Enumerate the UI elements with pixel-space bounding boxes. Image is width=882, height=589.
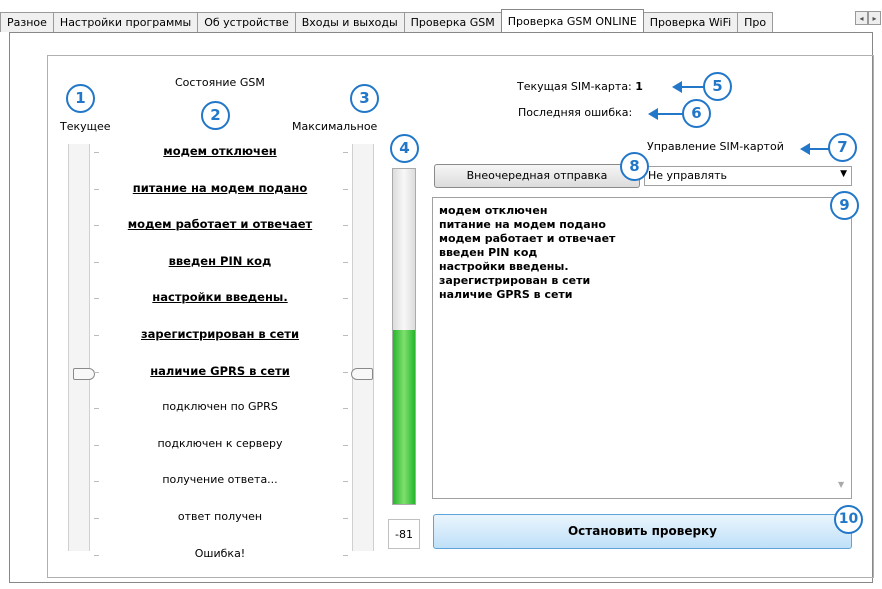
send-now-button[interactable]: Внеочередная отправка [434, 164, 640, 188]
callout-7-arrow [808, 148, 829, 150]
slider-tick [343, 481, 348, 483]
slider-tick [94, 188, 99, 190]
gsm-state-item: получение ответа... [162, 473, 278, 487]
callout-1-badge: 1 [66, 84, 95, 113]
callout-2-badge: 2 [201, 101, 230, 130]
signal-level-bar [392, 168, 416, 505]
gsm-state-item: модем отключен [163, 144, 277, 158]
slider-tick [343, 335, 348, 336]
last-error-label: Последняя ошибка: [518, 106, 632, 119]
max-level-label: Максимальное [292, 120, 378, 133]
gsm-state-item: модем работает и отвечает [127, 217, 313, 232]
gsm-state-item: введен PIN код [168, 253, 272, 268]
slider-tick [94, 335, 99, 336]
slider-tick [343, 371, 348, 373]
slider-tick [94, 225, 99, 227]
current-level-label: Текущее [60, 120, 111, 133]
slider-tick [343, 554, 348, 556]
tab-1[interactable]: Настройки программы [52, 12, 199, 32]
gsm-state-item: настройки введены. [152, 290, 288, 305]
callout-4-badge: 4 [390, 134, 419, 163]
gsm-state-item: подключен по GPRS [162, 400, 278, 414]
slider-tick [94, 444, 99, 446]
callout-9-badge: 9 [830, 191, 859, 220]
tab-scroll-right-button[interactable]: ▸ [868, 11, 881, 25]
gsm-state-item: ответ получен [177, 510, 263, 523]
tab-3[interactable]: Входы и выходы [294, 12, 405, 32]
slider-tick [94, 261, 99, 263]
slider-tick [343, 188, 348, 190]
callout-6-badge: 6 [682, 99, 711, 128]
slider-tick [94, 408, 99, 410]
status-log[interactable]: модем отключен питание на модем подано м… [432, 197, 852, 499]
callout-6-arrow [656, 113, 684, 115]
tab-6[interactable]: Проверка WiFi [642, 12, 739, 32]
tab-7[interactable]: Про [737, 12, 774, 32]
max-level-slider[interactable] [352, 144, 374, 551]
tab-strip: Разное Настройки программы Об устройстве Вх… [0, 9, 774, 32]
tab-5[interactable]: Проверка GSM ONLINE [500, 9, 644, 32]
stop-check-button[interactable]: Остановить проверку [433, 514, 852, 549]
callout-3-badge: 3 [350, 84, 379, 113]
slider-tick [343, 444, 348, 446]
gsm-state-item: Ошибка! [194, 546, 246, 560]
callout-5-arrowhead [672, 81, 682, 93]
gsm-state-item: зарегистрирован в сети [140, 327, 300, 341]
callout-8-badge: 8 [620, 152, 649, 181]
slider-tick [343, 261, 348, 263]
current-sim-label: Текущая SIM-карта: 1 [517, 80, 643, 93]
slider-tick [94, 481, 99, 483]
current-level-slider[interactable] [68, 144, 90, 551]
slider-tick [343, 298, 348, 300]
callout-5-arrow [680, 86, 705, 88]
sim-control-label: Управление SIM-картой [647, 140, 784, 153]
sim-control-selected: Не управлять [648, 169, 727, 182]
slider-tick [343, 408, 348, 410]
sim-control-select[interactable]: Не управлять ▼ [644, 166, 852, 186]
callout-5-badge: 5 [703, 72, 732, 101]
callout-7-badge: 7 [828, 133, 857, 162]
tab-scroll-left-button[interactable]: ◂ [855, 11, 868, 25]
slider-tick [343, 518, 348, 519]
current-level-slider-thumb[interactable] [73, 367, 95, 380]
slider-tick [94, 298, 99, 300]
signal-value: -81 [388, 519, 420, 549]
slider-tick [94, 152, 99, 153]
callout-7-arrowhead [800, 143, 810, 155]
slider-tick [94, 554, 99, 556]
current-sim-value: 1 [635, 80, 643, 93]
max-level-slider-thumb[interactable] [351, 367, 373, 380]
gsm-state-item: подключен к серверу [157, 436, 283, 450]
tab-4[interactable]: Проверка GSM [403, 12, 502, 32]
gsm-state-item: питание на модем подано [132, 180, 308, 195]
callout-6-arrowhead [648, 108, 658, 120]
last-error-caption: Последняя ошибка: [518, 106, 633, 119]
gsm-state-item: наличие GPRS в сети [150, 363, 290, 378]
slider-tick [343, 225, 348, 227]
slider-tick [94, 518, 99, 519]
callout-10-badge: 10 [834, 505, 863, 534]
slider-tick [94, 371, 99, 373]
chevron-down-icon[interactable]: ▼ [840, 169, 847, 179]
signal-level-fill [393, 329, 415, 504]
gsm-state-title: Состояние GSM [175, 76, 265, 89]
log-scroll-down-icon[interactable]: ▼ [838, 480, 844, 489]
tab-2[interactable]: Об устройстве [197, 12, 296, 32]
current-sim-caption: Текущая SIM-карта: [517, 80, 632, 93]
tab-0[interactable]: Разное [0, 12, 54, 32]
slider-tick [343, 152, 348, 153]
